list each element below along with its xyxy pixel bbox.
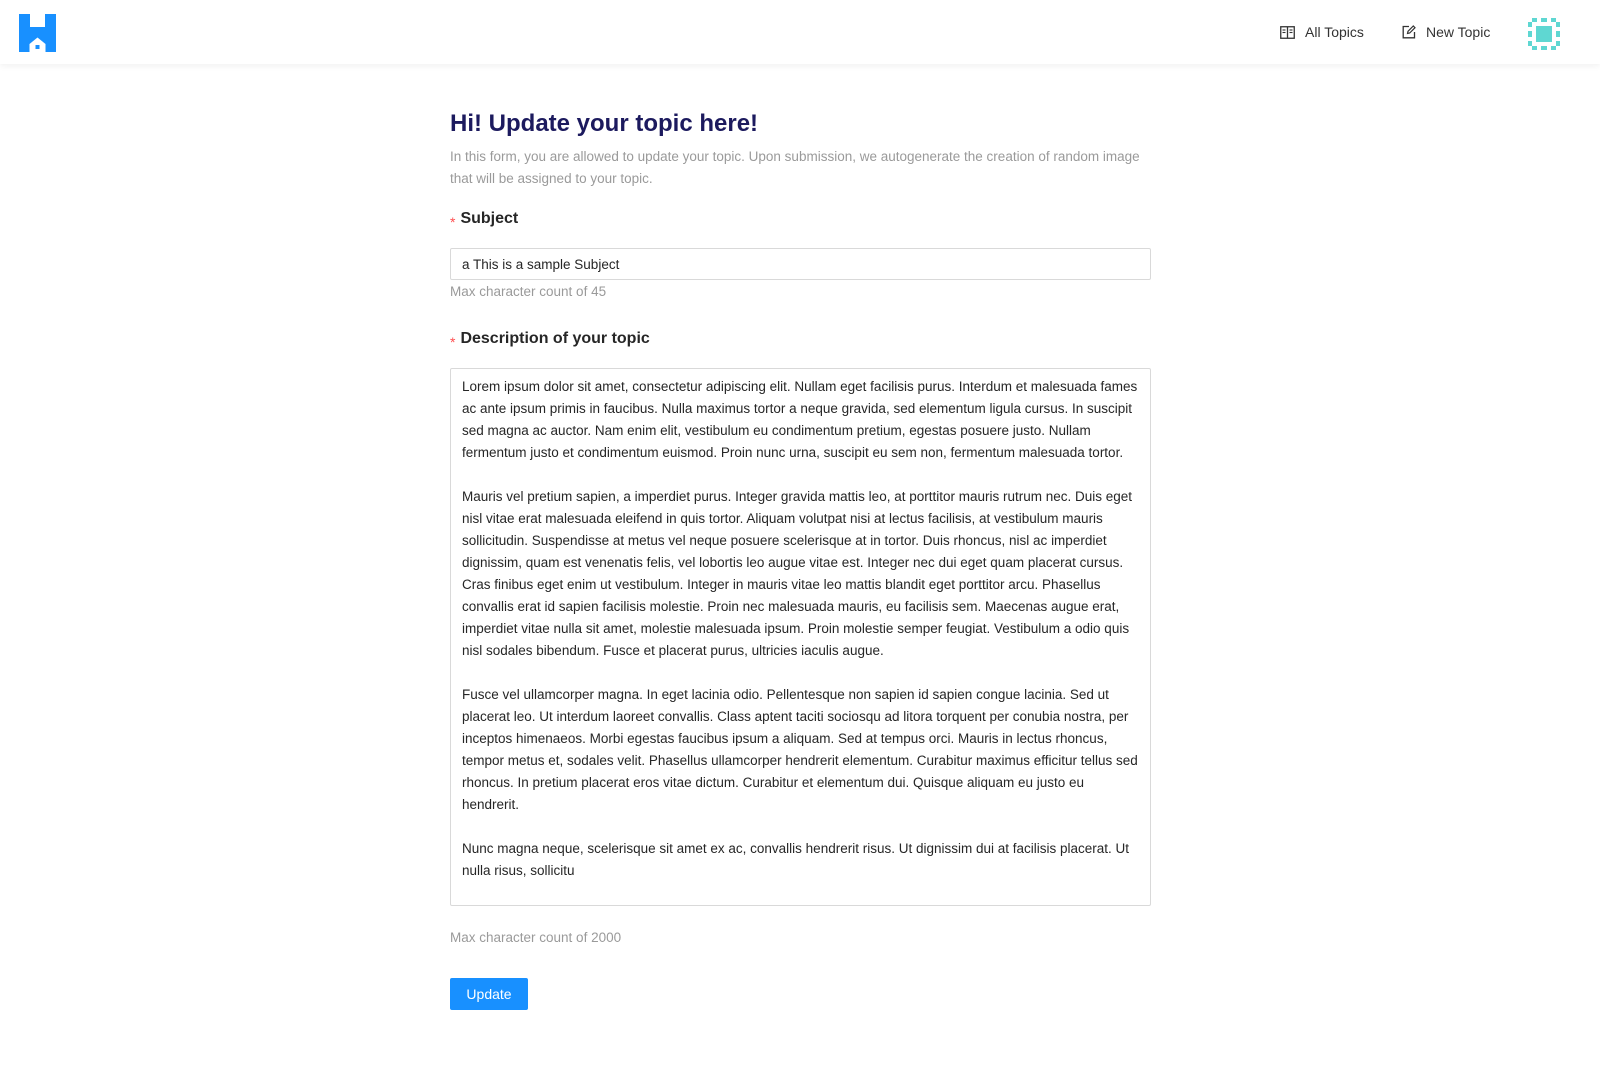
nav-new-topic-label: New Topic xyxy=(1426,24,1491,40)
avatar-pattern-icon xyxy=(1528,18,1560,50)
update-button[interactable]: Update xyxy=(450,978,528,1010)
nav-all-topics[interactable]: All Topics xyxy=(1280,22,1364,42)
nav-new-topic[interactable]: New Topic xyxy=(1402,22,1490,42)
required-marker: * xyxy=(450,334,456,350)
description-label-text: Description of your topic xyxy=(460,330,650,347)
description-textarea[interactable]: Lorem ipsum dolor sit amet, consectetur … xyxy=(450,368,1151,906)
subject-hint: Max character count of 45 xyxy=(450,284,607,299)
edit-icon xyxy=(1402,25,1416,39)
page-title: Hi! Update your topic here! xyxy=(450,110,759,137)
description-hint: Max character count of 2000 xyxy=(450,930,622,945)
description-label: * Description of your topic xyxy=(450,330,650,350)
required-marker: * xyxy=(450,214,456,230)
page-description: In this form, you are allowed to update … xyxy=(450,149,1140,186)
top-navbar: All Topics New Topic xyxy=(0,0,1600,64)
avatar[interactable] xyxy=(1528,18,1560,50)
update-topic-form: Hi! Update your topic here! In this form… xyxy=(450,106,1151,190)
subject-label: * Subject xyxy=(450,210,519,230)
subject-label-text: Subject xyxy=(460,210,519,227)
house-logo-icon[interactable] xyxy=(19,14,56,52)
book-icon xyxy=(1280,25,1295,39)
subject-input[interactable] xyxy=(450,248,1151,280)
nav-all-topics-label: All Topics xyxy=(1305,24,1364,40)
